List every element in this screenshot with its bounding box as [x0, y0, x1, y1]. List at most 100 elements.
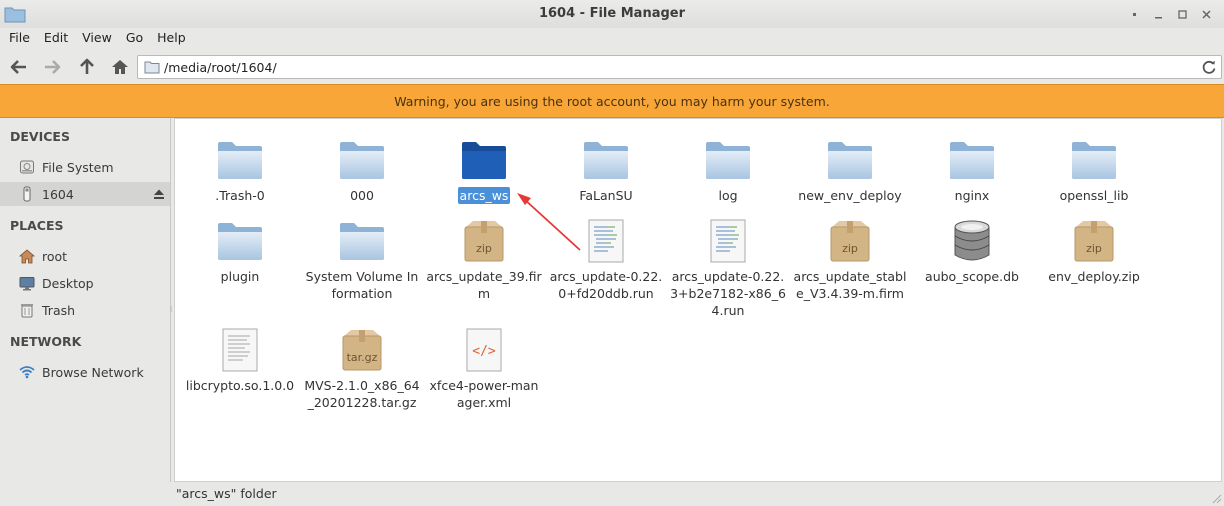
- archive-icon: tar.gz: [342, 330, 382, 371]
- archive-badge: zip: [476, 242, 492, 255]
- close-button[interactable]: [1194, 5, 1218, 23]
- title-bar: 1604 - File Manager: [0, 0, 1224, 28]
- menu-edit[interactable]: Edit: [37, 28, 75, 50]
- trash-icon: [21, 304, 33, 318]
- back-button[interactable]: [6, 55, 32, 79]
- file-item-system-volume-information[interactable]: System Volume Information: [300, 216, 424, 302]
- status-text: "arcs_ws" folder: [176, 486, 277, 501]
- menu-view[interactable]: View: [75, 28, 119, 50]
- xml-badge: </>: [472, 344, 496, 359]
- folder-icon: [706, 142, 750, 179]
- menu-file[interactable]: File: [2, 28, 37, 50]
- file-item-trash-0[interactable]: .Trash-0: [178, 135, 302, 204]
- menu-help[interactable]: Help: [150, 28, 193, 50]
- sidebar-header-devices: DEVICES: [10, 129, 70, 144]
- folder-icon: [340, 223, 384, 260]
- file-item-libcrypto[interactable]: libcrypto.so.1.0.0: [178, 325, 302, 394]
- folder-icon: [144, 61, 160, 74]
- file-item-mvs-tar-gz[interactable]: tar.gz MVS-2.1.0_x86_64_20201228.tar.gz: [300, 325, 424, 411]
- file-item-arcs-update-0-22-3[interactable]: arcs_update-0.22.3+b2e7182-x86_64.run: [666, 216, 790, 319]
- file-name: FaLanSU: [579, 188, 633, 203]
- usb-drive-icon: [23, 186, 31, 202]
- file-item-arcs-update-stable[interactable]: zip arcs_update_stable_V3.4.39-m.firm: [788, 216, 912, 302]
- file-item-arcs-update-39[interactable]: zip arcs_update_39.firm: [422, 216, 546, 302]
- text-file-icon: [222, 328, 258, 372]
- maximize-icon: [1177, 9, 1187, 19]
- location-path[interactable]: /media/root/1604/: [164, 60, 277, 75]
- file-item-log[interactable]: log: [666, 135, 790, 204]
- arrow-left-icon: [10, 60, 26, 74]
- file-item-plugin[interactable]: plugin: [178, 216, 302, 285]
- sidebar-item-1604[interactable]: 1604: [0, 182, 170, 206]
- wifi-icon: [19, 366, 35, 379]
- folder-icon: [462, 142, 506, 179]
- file-name: libcrypto.so.1.0.0: [185, 378, 295, 393]
- menu-go[interactable]: Go: [119, 28, 150, 50]
- eject-icon[interactable]: [153, 188, 165, 200]
- root-warning-banner: Warning, you are using the root account,…: [0, 84, 1224, 118]
- script-file-icon: [710, 219, 746, 263]
- file-name: MVS-2.1.0_x86_64_20201228.tar.gz: [304, 378, 420, 410]
- file-item-000[interactable]: 000: [300, 135, 424, 204]
- script-file-icon: [588, 219, 624, 263]
- home-button[interactable]: [107, 55, 133, 79]
- sidebar-item-label: Browse Network: [42, 364, 144, 380]
- sidebar-item-label: Trash: [42, 302, 76, 318]
- file-item-arcs-ws[interactable]: arcs_ws: [422, 135, 546, 204]
- sidebar-item-label: File System: [42, 159, 114, 175]
- file-name: arcs_update-0.22.0+fd20ddb.run: [549, 269, 663, 301]
- home-icon: [112, 60, 128, 74]
- archive-badge: zip: [1086, 242, 1102, 255]
- sidebar-item-root[interactable]: root: [0, 244, 170, 268]
- file-item-xfce4-power-manager-xml[interactable]: </> xfce4-power-manager.xml: [422, 325, 546, 411]
- file-name: new_env_deploy: [798, 188, 902, 203]
- drive-icon: [20, 160, 34, 174]
- sidebar-item-desktop[interactable]: Desktop: [0, 271, 170, 295]
- xml-file-icon: </>: [466, 328, 502, 372]
- resize-grip-icon[interactable]: [1210, 492, 1222, 504]
- folder-icon: [1072, 142, 1116, 179]
- sidebar-item-label: 1604: [42, 186, 74, 202]
- sidebar-item-trash[interactable]: Trash: [0, 298, 170, 322]
- arrow-up-icon: [80, 58, 94, 74]
- sidebar: DEVICES File System 1604 PLACES root Des…: [0, 118, 171, 482]
- file-item-openssl-lib[interactable]: openssl_lib: [1032, 135, 1156, 204]
- status-bar: "arcs_ws" folder: [174, 482, 1224, 506]
- file-item-env-deploy-zip[interactable]: zip env_deploy.zip: [1032, 216, 1156, 285]
- file-item-aubo-scope-db[interactable]: aubo_scope.db: [910, 216, 1034, 285]
- up-button[interactable]: [74, 55, 100, 79]
- archive-icon: zip: [1074, 221, 1114, 262]
- file-name: xfce4-power-manager.xml: [429, 378, 539, 410]
- archive-badge: tar.gz: [347, 351, 378, 364]
- file-name: arcs_update_39.firm: [426, 269, 542, 301]
- window-title: 1604 - File Manager: [538, 6, 686, 21]
- file-name: arcs_update_stable_V3.4.39-m.firm: [793, 269, 907, 301]
- sidebar-item-browse-network[interactable]: Browse Network: [0, 360, 170, 384]
- file-name: plugin: [220, 269, 260, 284]
- refresh-icon[interactable]: [1201, 59, 1217, 75]
- file-item-nginx[interactable]: nginx: [910, 135, 1034, 204]
- minimize-button[interactable]: [1146, 5, 1170, 23]
- file-item-new-env-deploy[interactable]: new_env_deploy: [788, 135, 912, 204]
- file-name: log: [718, 188, 738, 203]
- file-item-falansu[interactable]: FaLanSU: [544, 135, 668, 204]
- file-item-arcs-update-0-22-0[interactable]: arcs_update-0.22.0+fd20ddb.run: [544, 216, 668, 302]
- archive-badge: zip: [842, 242, 858, 255]
- folder-icon: [218, 142, 262, 179]
- folder-icon: [340, 142, 384, 179]
- folder-icon: [828, 142, 872, 179]
- pin-button[interactable]: [1122, 5, 1146, 23]
- home-icon: [19, 248, 35, 263]
- forward-button[interactable]: [39, 55, 65, 79]
- file-name: .Trash-0: [215, 188, 265, 203]
- minimize-icon: [1154, 16, 1162, 18]
- archive-icon: zip: [830, 221, 870, 262]
- arrow-right-icon: [45, 60, 61, 74]
- sidebar-item-file-system[interactable]: File System: [0, 155, 170, 179]
- file-name: arcs_update-0.22.3+b2e7182-x86_64.run: [670, 269, 786, 318]
- database-icon: [954, 220, 990, 261]
- location-bar[interactable]: /media/root/1604/: [137, 55, 1222, 79]
- maximize-button[interactable]: [1170, 5, 1194, 23]
- sidebar-item-label: Desktop: [42, 275, 94, 291]
- file-view[interactable]: .Trash-0 000 arcs_ws FaLanSU log new_env…: [174, 118, 1222, 482]
